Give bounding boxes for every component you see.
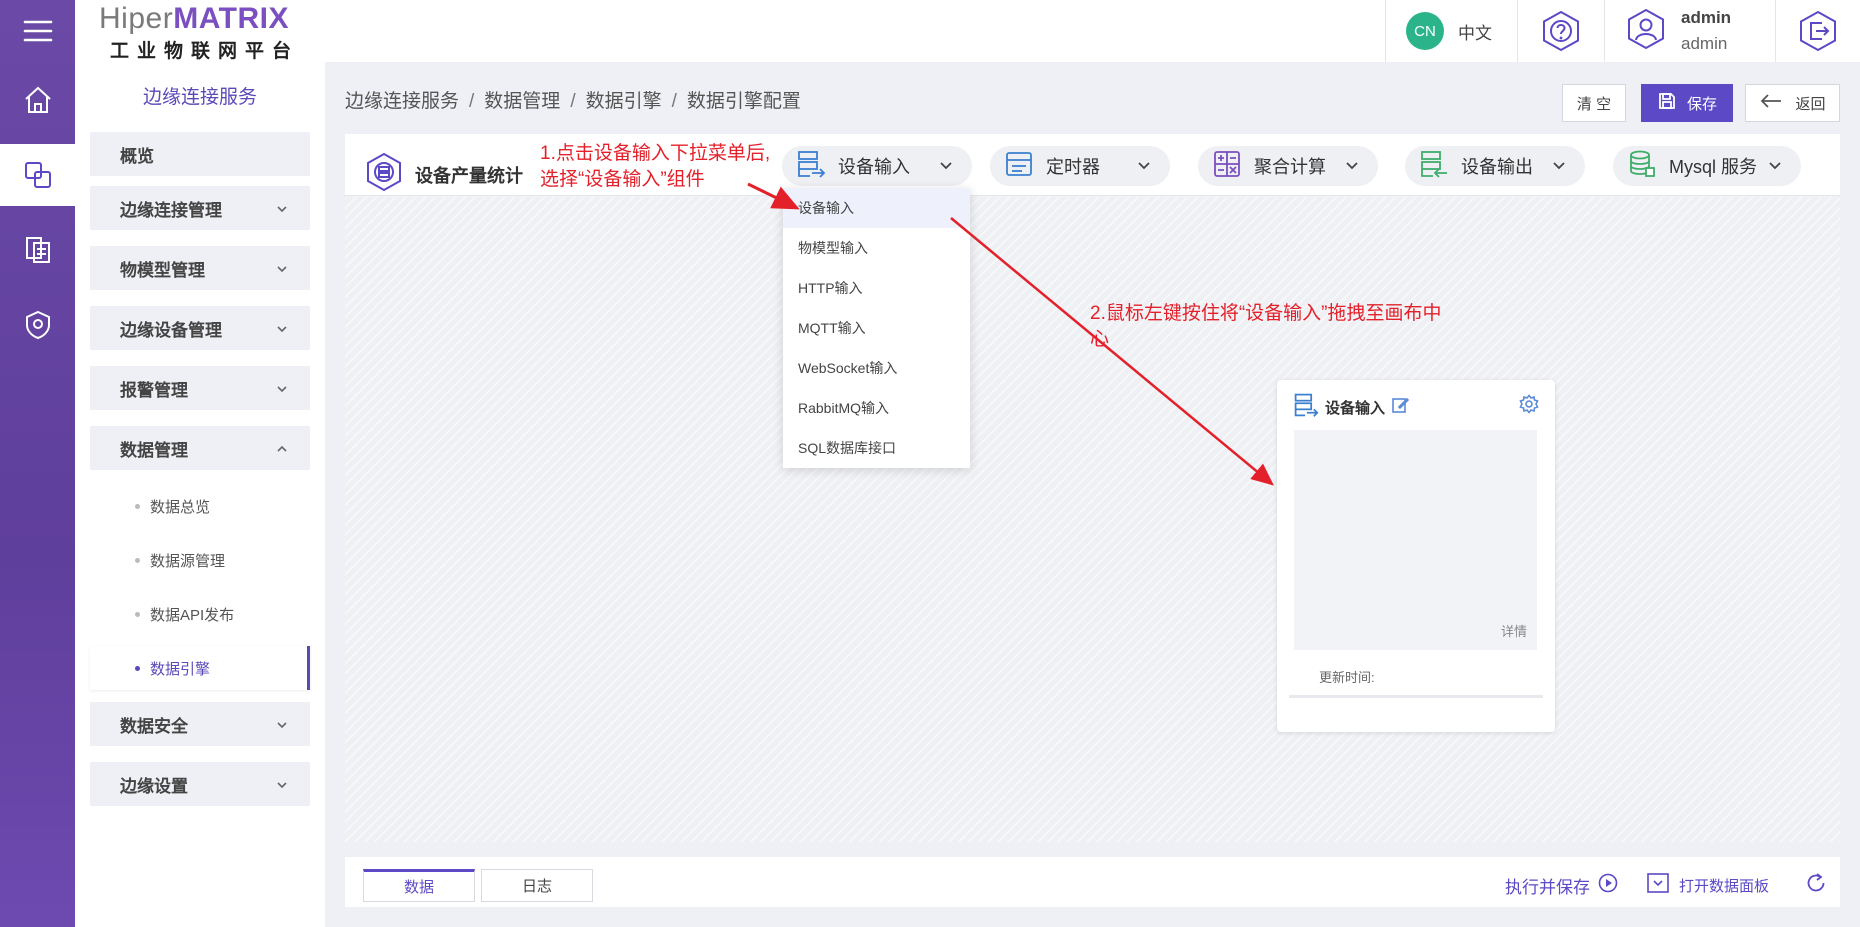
annotation-arrows: [747, 182, 1274, 486]
annotation-step1-line1: 1.点击设备输入下拉菜单后,: [540, 143, 771, 164]
run-save-label: 执行并保存: [1505, 878, 1590, 897]
run-and-save-button[interactable]: 执行并保存: [1505, 873, 1618, 898]
open-panel-label: 打开数据面板: [1679, 877, 1770, 895]
annotation-step2: 2.鼠标左键按住将“设备输入”拖拽至画布中 心: [1090, 301, 1442, 353]
annotation-step1: 1.点击设备输入下拉菜单后, 选择“设备输入”组件: [540, 141, 770, 193]
panel-icon: [1647, 873, 1669, 897]
annotation-step1-line2: 选择“设备输入”组件: [540, 169, 705, 190]
annotation-step2-line2: 心: [1090, 329, 1110, 350]
tab-data[interactable]: 数据: [363, 869, 475, 902]
play-icon: [1598, 873, 1618, 898]
annotation-step2-line1: 2.鼠标左键按住将“设备输入”拖拽至画布中: [1090, 303, 1442, 324]
refresh-icon[interactable]: [1805, 872, 1827, 899]
tab-log[interactable]: 日志: [481, 869, 593, 902]
open-data-panel-button[interactable]: 打开数据面板: [1647, 873, 1769, 897]
bottom-bar: 数据 日志 执行并保存 打开数据面板: [345, 857, 1840, 907]
